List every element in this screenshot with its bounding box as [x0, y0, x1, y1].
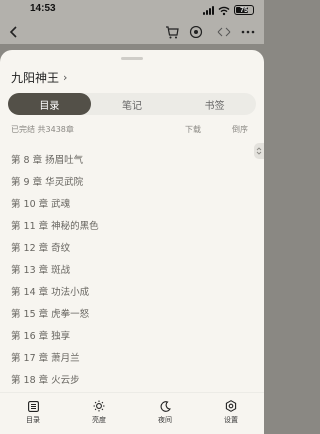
- menu-dots-icon[interactable]: [238, 22, 258, 42]
- bottom-toolbar: 目录 亮度 夜间 设置: [0, 392, 264, 434]
- toolbar-label: 亮度: [92, 416, 106, 424]
- cart-icon[interactable]: [162, 22, 182, 42]
- chapter-item[interactable]: 第 16 章 独享: [11, 324, 241, 346]
- more-icon[interactable]: [214, 22, 234, 42]
- reverse-order-button[interactable]: 倒序: [232, 124, 248, 135]
- tab-bookmarks[interactable]: 书签: [173, 93, 256, 115]
- status-icons: 75: [203, 4, 254, 16]
- book-status: 已完结 共3438章: [11, 125, 74, 134]
- download-button[interactable]: 下载: [185, 124, 201, 135]
- toolbar-label: 夜间: [158, 416, 172, 424]
- chapter-item[interactable]: 第 12 章 奇纹: [11, 236, 241, 258]
- toolbar-night-button[interactable]: 夜间: [132, 393, 198, 434]
- battery-label: 75: [240, 6, 248, 14]
- toolbar-settings-button[interactable]: 设置: [198, 393, 264, 434]
- eye-icon[interactable]: [186, 22, 206, 42]
- tab-bar: 目录 笔记 书签: [8, 93, 256, 115]
- catalog-icon: [27, 400, 39, 412]
- status-time: 14:53: [30, 3, 56, 14]
- chapter-item[interactable]: 第 14 章 功法小成: [11, 280, 241, 302]
- sheet-grabber[interactable]: [121, 57, 143, 60]
- catalog-sheet: 九阳神王 › 目录 笔记 书签 已完结 共3438章 下载 倒序 第 8 章 扬…: [0, 50, 264, 434]
- chapter-item[interactable]: 第 15 章 虎拳一怒: [11, 302, 241, 324]
- book-title: 九阳神王: [11, 71, 60, 85]
- info-row: 已完结 共3438章 下载 倒序: [11, 124, 253, 136]
- moon-icon: [159, 400, 171, 412]
- book-title-link[interactable]: 九阳神王 ›: [11, 69, 67, 86]
- toolbar-label: 目录: [26, 416, 40, 424]
- chapter-list: 第 8 章 扬眉吐气 第 9 章 华灵武院 第 10 章 武魂 第 11 章 神…: [11, 148, 241, 390]
- wifi-icon: [218, 1, 230, 20]
- toolbar-label: 设置: [224, 416, 238, 424]
- chapter-item[interactable]: 第 9 章 华灵武院: [11, 170, 241, 192]
- toolbar-brightness-button[interactable]: 亮度: [66, 393, 132, 434]
- settings-icon: [225, 400, 237, 412]
- back-icon[interactable]: [4, 22, 24, 42]
- chevron-right-icon: ›: [63, 71, 68, 84]
- brightness-icon: [93, 400, 105, 412]
- chapter-item[interactable]: 第 8 章 扬眉吐气: [11, 148, 241, 170]
- toolbar-catalog-button[interactable]: 目录: [0, 393, 66, 434]
- chapter-item[interactable]: 第 17 章 萧月兰: [11, 346, 241, 368]
- scroll-handle[interactable]: [254, 143, 264, 159]
- top-nav: [0, 20, 264, 44]
- chapter-item[interactable]: 第 18 章 火云步: [11, 368, 241, 390]
- chapter-item[interactable]: 第 11 章 神秘的黑色: [11, 214, 241, 236]
- tab-notes[interactable]: 笔记: [91, 93, 174, 115]
- signal-icon: [203, 5, 214, 15]
- tab-catalog[interactable]: 目录: [8, 93, 91, 115]
- chapter-item[interactable]: 第 10 章 武魂: [11, 192, 241, 214]
- chapter-item[interactable]: 第 13 章 斑战: [11, 258, 241, 280]
- status-bar: 14:53 75: [0, 0, 264, 20]
- battery-icon: 75: [234, 5, 254, 15]
